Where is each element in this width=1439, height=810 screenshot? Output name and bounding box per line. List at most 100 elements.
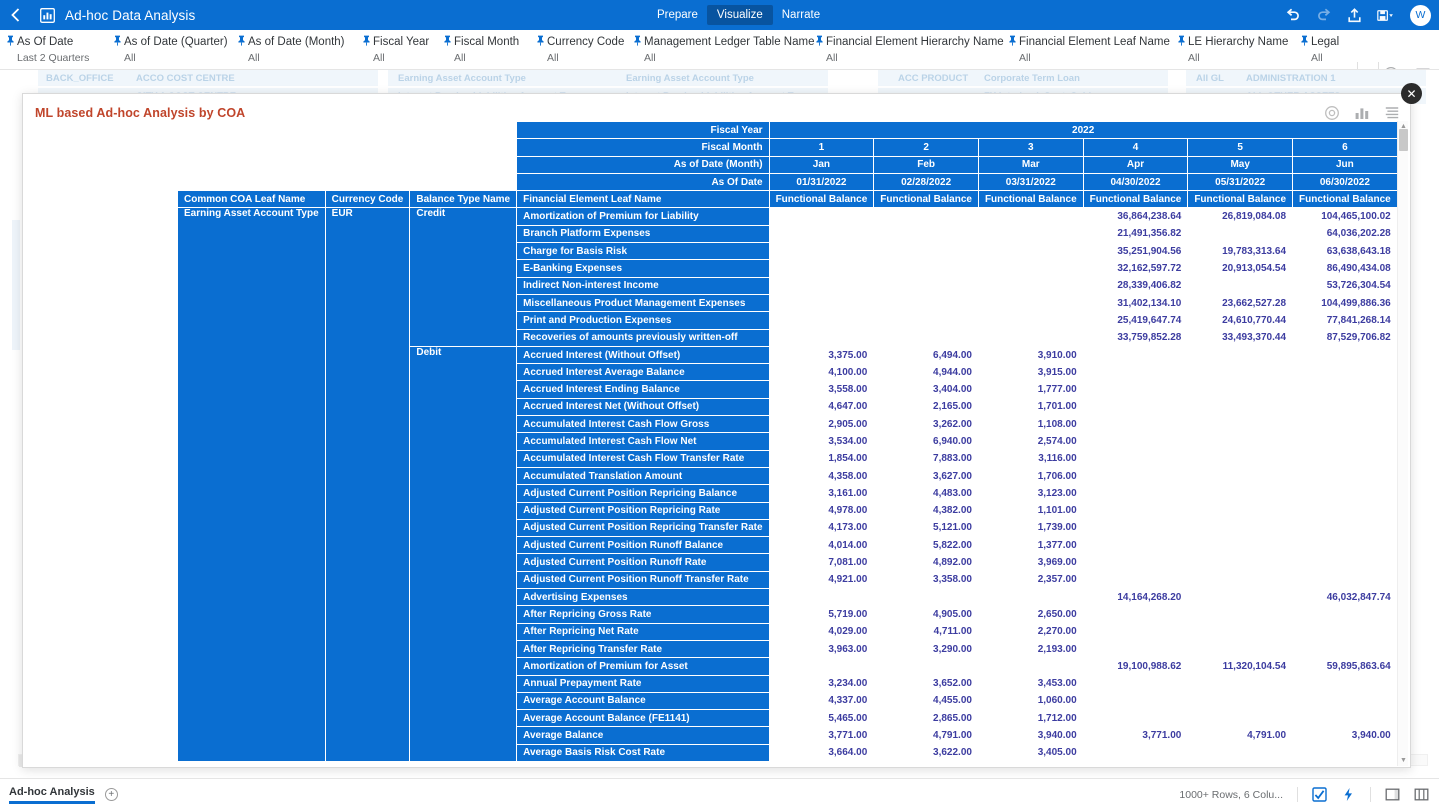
cell-value-5[interactable]	[1292, 674, 1398, 693]
cell-financial-element-leaf[interactable]: Accrued Interest (Without Offset)	[516, 345, 770, 365]
cell-value-3[interactable]	[1082, 743, 1189, 762]
cell-value-2[interactable]: 2,650.00	[977, 605, 1084, 624]
cell-value-0[interactable]	[768, 259, 875, 278]
cell-value-2[interactable]: 2,357.00	[977, 570, 1084, 590]
cell-value-3[interactable]	[1082, 605, 1189, 624]
cell-financial-element-leaf[interactable]: Miscellaneous Product Management Expense…	[516, 293, 770, 313]
cell-value-0[interactable]: 3,771.00	[768, 726, 875, 745]
cell-value-1[interactable]	[873, 311, 979, 330]
cell-value-5[interactable]	[1292, 501, 1398, 520]
chart-icon[interactable]	[1354, 105, 1370, 121]
cell-value-3[interactable]	[1082, 363, 1189, 382]
cell-value-0[interactable]	[768, 311, 875, 330]
cell-value-2[interactable]: 3,910.00	[977, 345, 1084, 365]
avatar[interactable]: W	[1410, 4, 1431, 26]
share-icon[interactable]	[1346, 7, 1363, 24]
cell-value-5[interactable]	[1292, 397, 1398, 417]
cell-value-1[interactable]: 3,262.00	[873, 415, 979, 434]
cell-value-4[interactable]: 11,320,104.54	[1187, 657, 1294, 676]
filter-item-4[interactable]: Fiscal Month All	[443, 30, 519, 69]
cell-value-4[interactable]	[1187, 345, 1294, 365]
cell-value-2[interactable]: 1,712.00	[977, 709, 1084, 728]
column-header-dimension-2[interactable]: Balance Type Name	[409, 190, 518, 209]
header-value-1-2[interactable]: 3	[977, 138, 1084, 157]
header-value-3-1[interactable]: 02/28/2022	[873, 172, 979, 192]
cell-value-5[interactable]: 64,036,202.28	[1292, 224, 1398, 244]
cell-value-0[interactable]: 4,921.00	[768, 570, 875, 590]
cell-value-0[interactable]: 3,558.00	[768, 380, 875, 399]
cell-financial-element-leaf[interactable]: Accumulated Interest Cash Flow Gross	[516, 415, 770, 434]
formula-icon[interactable]	[1312, 787, 1327, 802]
header-value-2-5[interactable]: Jun	[1292, 155, 1398, 174]
cell-value-1[interactable]	[873, 328, 979, 347]
cell-value-5[interactable]	[1292, 605, 1398, 624]
cell-balance-type-0[interactable]: Credit	[409, 207, 518, 347]
cell-value-0[interactable]: 2,905.00	[768, 415, 875, 434]
cell-value-0[interactable]	[768, 293, 875, 313]
cell-value-0[interactable]: 3,664.00	[768, 743, 875, 762]
cell-value-3[interactable]	[1082, 709, 1189, 728]
header-label-3[interactable]: As Of Date	[516, 172, 770, 192]
cell-value-3[interactable]: 25,419,647.74	[1082, 311, 1189, 330]
cell-financial-element-leaf[interactable]: Accrued Interest Average Balance	[516, 363, 770, 382]
cell-value-4[interactable]	[1187, 224, 1294, 244]
cell-value-2[interactable]: 3,940.00	[977, 726, 1084, 745]
mode-prepare[interactable]: Prepare	[648, 5, 707, 25]
cell-value-2[interactable]: 3,969.00	[977, 553, 1084, 572]
cell-value-4[interactable]	[1187, 674, 1294, 693]
cell-value-3[interactable]: 36,864,238.64	[1082, 207, 1189, 226]
cell-value-0[interactable]: 4,014.00	[768, 536, 875, 555]
header-value-1-4[interactable]: 5	[1187, 138, 1294, 157]
cell-value-1[interactable]: 7,883.00	[873, 449, 979, 468]
header-value-fiscal-year[interactable]: 2022	[768, 121, 1398, 140]
cell-value-5[interactable]	[1292, 363, 1398, 382]
cell-value-5[interactable]	[1292, 345, 1398, 365]
grid-vertical-scrollbar[interactable]: ▲ ▼	[1397, 121, 1408, 766]
cell-value-5[interactable]	[1292, 570, 1398, 590]
cell-financial-element-leaf[interactable]: Accrued Interest Net (Without Offset)	[516, 397, 770, 417]
pivot-grid[interactable]: Fiscal Year 2022 Fiscal Month 1 2 3 4 5 6 As of D…	[177, 121, 1409, 766]
save-dropdown-icon[interactable]	[1377, 7, 1394, 24]
column-header-measure-0[interactable]: Functional Balance	[768, 190, 875, 209]
cell-value-2[interactable]: 1,701.00	[977, 397, 1084, 417]
cell-value-5[interactable]	[1292, 622, 1398, 641]
cell-value-2[interactable]: 1,706.00	[977, 466, 1084, 486]
header-value-2-4[interactable]: May	[1187, 155, 1294, 174]
cell-value-0[interactable]	[768, 657, 875, 676]
header-value-2-3[interactable]: Apr	[1082, 155, 1189, 174]
cell-value-3[interactable]	[1082, 674, 1189, 693]
header-value-2-2[interactable]: Mar	[977, 155, 1084, 174]
cell-value-5[interactable]	[1292, 536, 1398, 555]
cell-value-3[interactable]: 21,491,356.82	[1082, 224, 1189, 244]
cell-value-5[interactable]: 53,726,304.54	[1292, 276, 1398, 295]
header-value-2-0[interactable]: Jan	[768, 155, 875, 174]
column-header-dimension-1[interactable]: Currency Code	[324, 190, 411, 209]
cell-value-4[interactable]: 19,783,313.64	[1187, 242, 1294, 261]
cell-financial-element-leaf[interactable]: Indirect Non-interest Income	[516, 276, 770, 295]
cell-financial-element-leaf[interactable]: Charge for Basis Risk	[516, 242, 770, 261]
cell-value-5[interactable]	[1292, 518, 1398, 538]
cell-value-0[interactable]: 4,173.00	[768, 518, 875, 538]
cell-value-2[interactable]: 1,101.00	[977, 501, 1084, 520]
cell-value-3[interactable]: 35,251,904.56	[1082, 242, 1189, 261]
cell-value-5[interactable]	[1292, 691, 1398, 711]
header-label-2[interactable]: As of Date (Month)	[516, 155, 770, 174]
table-row[interactable]: Earning Asset Account Type EUR Credit Amort…	[177, 207, 1398, 762]
cell-value-3[interactable]	[1082, 415, 1189, 434]
cell-financial-element-leaf[interactable]: Branch Platform Expenses	[516, 224, 770, 244]
cell-value-3[interactable]	[1082, 501, 1189, 520]
header-label-fiscal-year[interactable]: Fiscal Year	[516, 121, 770, 140]
cell-financial-element-leaf[interactable]: After Repricing Transfer Rate	[516, 639, 770, 659]
filter-item-2[interactable]: As of Date (Month) All	[237, 30, 345, 69]
cell-value-0[interactable]: 4,337.00	[768, 691, 875, 711]
cell-value-4[interactable]	[1187, 743, 1294, 762]
cell-value-0[interactable]: 1,854.00	[768, 449, 875, 468]
cell-financial-element-leaf[interactable]: Average Basis Risk Cost Rate	[516, 743, 770, 762]
cell-value-3[interactable]	[1082, 518, 1189, 538]
cell-value-1[interactable]: 3,627.00	[873, 466, 979, 486]
cell-value-2[interactable]	[977, 276, 1084, 295]
panel-right-icon[interactable]	[1385, 787, 1400, 802]
cell-value-1[interactable]: 5,121.00	[873, 518, 979, 538]
header-value-2-1[interactable]: Feb	[873, 155, 979, 174]
cell-value-3[interactable]	[1082, 622, 1189, 641]
